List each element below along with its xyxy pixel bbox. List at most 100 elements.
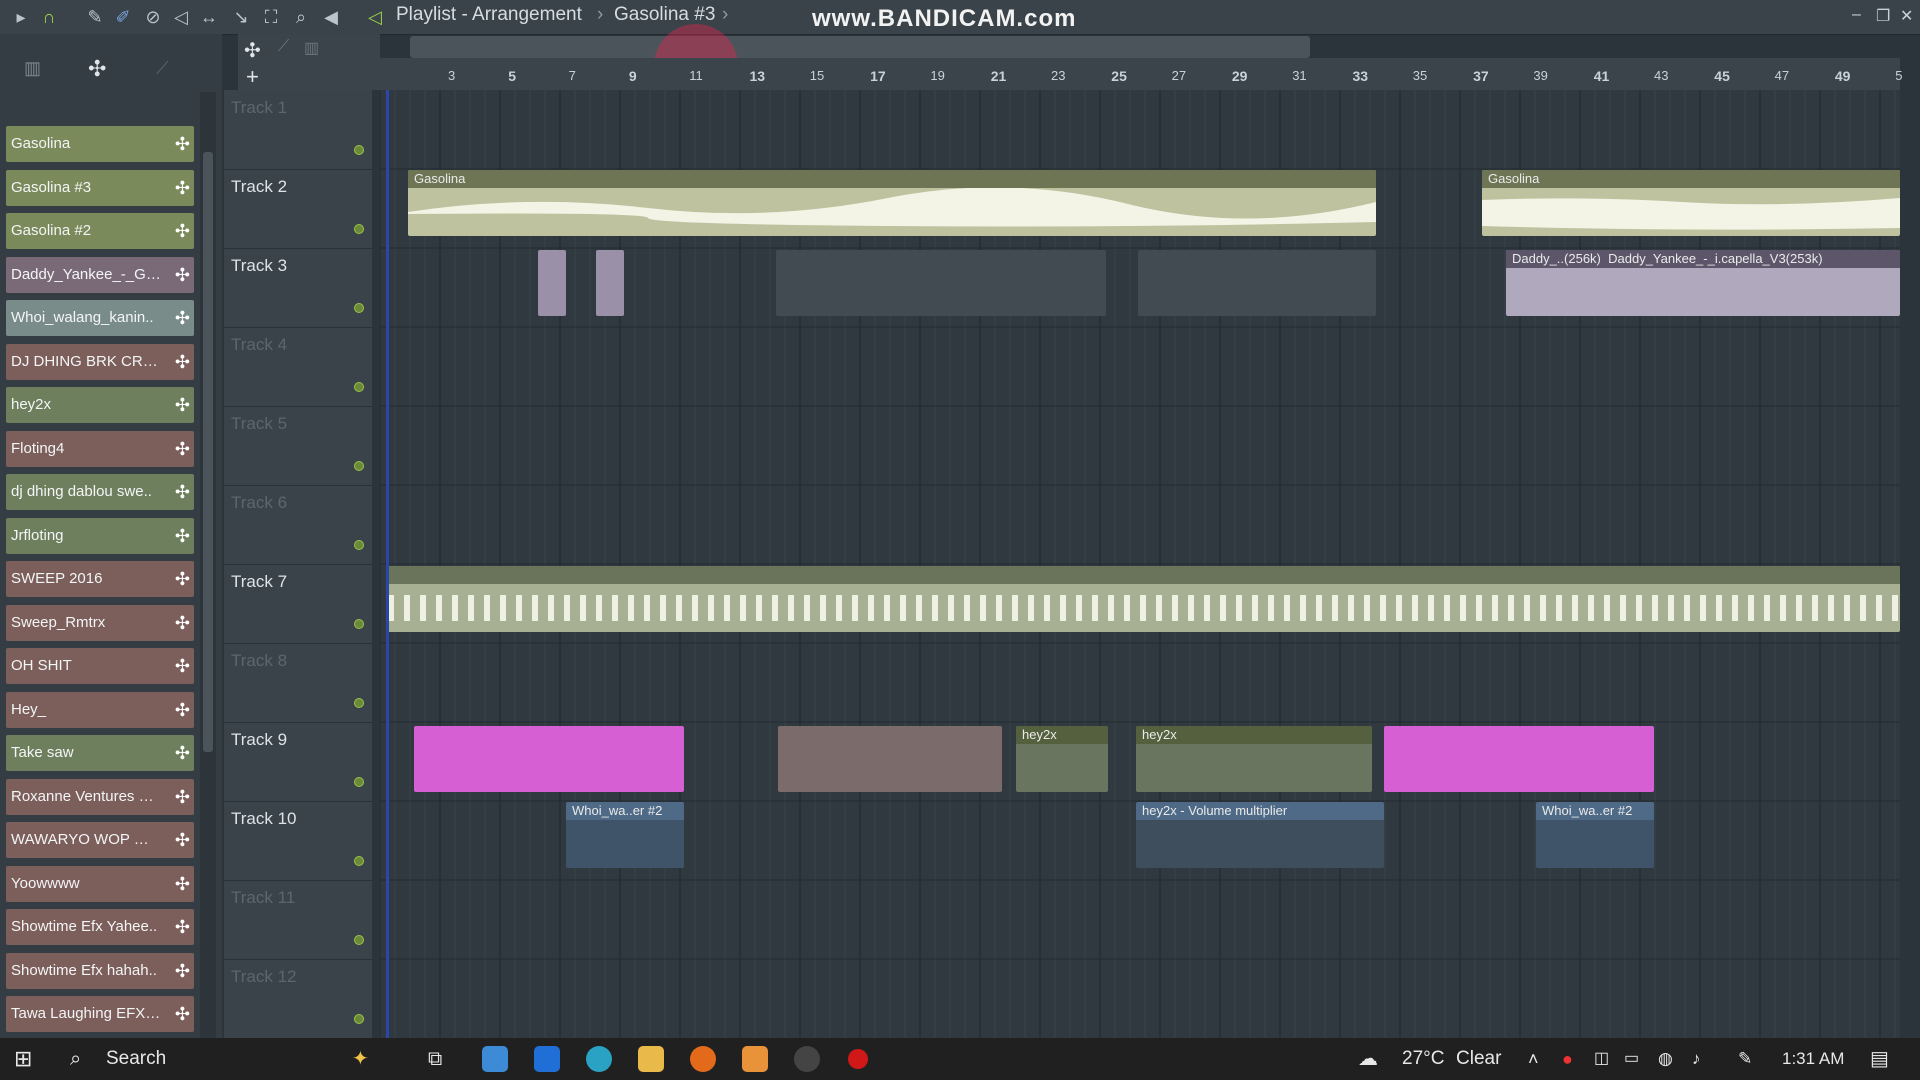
playback-tool-icon[interactable]: ◀ [320, 6, 342, 28]
track-enable-led[interactable] [354, 461, 364, 471]
playhead[interactable] [386, 90, 389, 1038]
track-header[interactable]: Track 8 [224, 643, 372, 723]
track-enable-led[interactable] [354, 1014, 364, 1024]
close-icon[interactable]: ✕ [1900, 6, 1913, 26]
pattern-clip[interactable] [414, 726, 684, 792]
track-header[interactable]: Track 3 [224, 248, 372, 328]
chevron-up-icon[interactable]: ˄ [1528, 1038, 1539, 1080]
draw-tool-icon[interactable]: ✎ [84, 6, 106, 28]
pattern-item[interactable]: Gasolina #2 ✣ [6, 213, 194, 249]
track-enable-led[interactable] [354, 382, 364, 392]
audio-clip[interactable]: hey2x [1016, 726, 1108, 792]
pattern-clip[interactable] [1384, 726, 1654, 792]
pattern-item[interactable]: Jrfloting ✣ [6, 517, 194, 554]
track-enable-led[interactable] [354, 856, 364, 866]
notification-icon[interactable]: ▤ [1870, 1038, 1889, 1080]
magnet-icon[interactable]: ∩ [38, 6, 60, 28]
track-header[interactable]: Track 1 [224, 90, 372, 170]
paint-tool-icon[interactable]: ✐ [112, 6, 134, 28]
camera-icon[interactable]: ◫ [1594, 1038, 1609, 1080]
battery-icon[interactable]: ▭ [1624, 1038, 1639, 1080]
pattern-move-icon[interactable]: ✣ [175, 474, 190, 510]
track-enable-led[interactable] [354, 619, 364, 629]
media-player-icon[interactable] [742, 1046, 768, 1072]
track-enable-led[interactable] [354, 145, 364, 155]
pattern-item[interactable]: Yoowwww ✣ [6, 865, 194, 902]
breadcrumb-pattern[interactable]: Gasolina #3 [614, 4, 715, 26]
mute-tool-icon[interactable]: ◁ [170, 6, 192, 28]
pattern-item[interactable]: dj dhing dablou swe.. ✣ [6, 474, 194, 510]
grid-icon[interactable]: ▥ [304, 38, 319, 58]
pattern-item[interactable]: Whoi_walang_kanin.. ✣ [6, 300, 194, 336]
automation-clip[interactable]: Whoi_wa..er #2 [566, 802, 684, 868]
pattern-move-icon[interactable]: ✣ [175, 953, 190, 989]
pattern-move-icon[interactable]: ✣ [175, 692, 190, 728]
clock[interactable]: 1:31 AM [1782, 1038, 1844, 1080]
minimize-icon[interactable]: – [1852, 6, 1861, 24]
restore-icon[interactable]: ❐ [1876, 6, 1890, 26]
pattern-item[interactable]: Take saw ✣ [6, 735, 194, 771]
pattern-scrollbar[interactable] [200, 92, 216, 1072]
playlist-grid[interactable]: Gasolina Gasolina Daddy_..(256k) Daddy_Y… [380, 90, 1900, 1038]
pattern-item[interactable]: Hey_ ✣ [6, 691, 194, 728]
pattern-item[interactable]: Daddy_Yankee_-_Ga.. ✣ [6, 256, 194, 293]
track-header[interactable]: Track 11 [224, 880, 372, 960]
track-enable-led[interactable] [354, 540, 364, 550]
breadcrumb-playlist[interactable]: Playlist - Arrangement [396, 4, 582, 26]
pattern-move-icon[interactable]: ✣ [175, 605, 190, 641]
pattern-move-icon[interactable]: ✣ [175, 257, 190, 293]
pattern-move-icon[interactable]: ✣ [175, 518, 190, 554]
track-header[interactable]: Track 4 [224, 327, 372, 407]
pattern-item[interactable]: hey2x ✣ [6, 387, 194, 423]
time-ruler[interactable]: 3 5 7 9 11 13 15 17 19 21 23 25 27 29 31 33 35 37 39 41 43 45… [380, 58, 1902, 91]
slip-tool-icon[interactable]: ↔ [198, 6, 220, 28]
audio-clip[interactable] [596, 250, 624, 316]
bandicam-record-icon[interactable] [848, 1049, 868, 1069]
add-track-icon[interactable]: + [246, 64, 259, 90]
pattern-item[interactable]: Sweep_Rmtrx ✣ [6, 604, 194, 641]
pattern-move-icon[interactable]: ✣ [175, 866, 190, 902]
slice-tool-icon[interactable]: ↘ [230, 6, 252, 28]
pattern-item[interactable]: SWEEP 2016 ✣ [6, 561, 194, 597]
track-enable-led[interactable] [354, 698, 364, 708]
windows-start-icon[interactable]: ⊞ [14, 1038, 32, 1080]
track-enable-led[interactable] [354, 935, 364, 945]
pattern-move-icon[interactable]: ✣ [175, 344, 190, 380]
track-header[interactable]: Track 12 [224, 959, 372, 1039]
pattern-move-icon[interactable]: ✣ [175, 561, 190, 597]
outlook-icon[interactable] [534, 1046, 560, 1072]
weather-icon[interactable]: ☁ [1358, 1038, 1378, 1080]
pattern-item[interactable]: Gasolina ✣ [6, 126, 194, 162]
weather-text[interactable]: Clear [1456, 1038, 1501, 1080]
copilot-icon[interactable] [482, 1046, 508, 1072]
taskbar-search[interactable]: Search [106, 1038, 166, 1080]
track-header[interactable]: Track 7 [224, 564, 372, 644]
pattern-move-icon[interactable]: ✣ [175, 648, 190, 684]
pattern-item[interactable]: WAWARYO WOP WOP B.. ✣ [6, 822, 194, 858]
pattern-item[interactable]: DJ DHING BRK CRASH 3 ✣ [6, 343, 194, 380]
snap-move-icon[interactable]: ✣ [244, 38, 261, 63]
pattern-move-icon[interactable]: ✣ [175, 126, 190, 162]
track-header[interactable]: Track 6 [224, 485, 372, 565]
track-header[interactable]: Track 2 [224, 169, 372, 249]
pattern-item[interactable]: Floting4 ✣ [6, 430, 194, 467]
pattern-move-icon[interactable]: ✣ [175, 779, 190, 815]
pattern-move-icon[interactable]: ✣ [175, 431, 190, 467]
track-header[interactable]: Track 5 [224, 406, 372, 486]
recording-app-icon[interactable] [794, 1046, 820, 1072]
zoom-tool-icon[interactable]: ⌕ [290, 6, 312, 28]
automation-icon[interactable]: ⟋ [156, 58, 169, 79]
track-enable-led[interactable] [354, 224, 364, 234]
delete-tool-icon[interactable]: ⊘ [142, 6, 164, 28]
pattern-move-icon[interactable]: ✣ [175, 387, 190, 423]
automation-clip[interactable]: Whoi_wa..er #2 [1536, 802, 1654, 868]
line-tool-icon[interactable]: ⟋ [278, 38, 289, 56]
pattern-item[interactable]: Showtime Efx hahah.. ✣ [6, 952, 194, 989]
pattern-item[interactable]: Tawa Laughing EFX 2.. ✣ [6, 996, 194, 1032]
pattern-move-icon[interactable]: ✣ [175, 822, 190, 858]
network-icon[interactable]: ◍ [1658, 1038, 1673, 1080]
track-enable-led[interactable] [354, 303, 364, 313]
track-header[interactable]: Track 9 [224, 722, 372, 802]
record-indicator-icon[interactable]: ● [1562, 1038, 1573, 1080]
audio-clip[interactable] [776, 250, 1106, 316]
